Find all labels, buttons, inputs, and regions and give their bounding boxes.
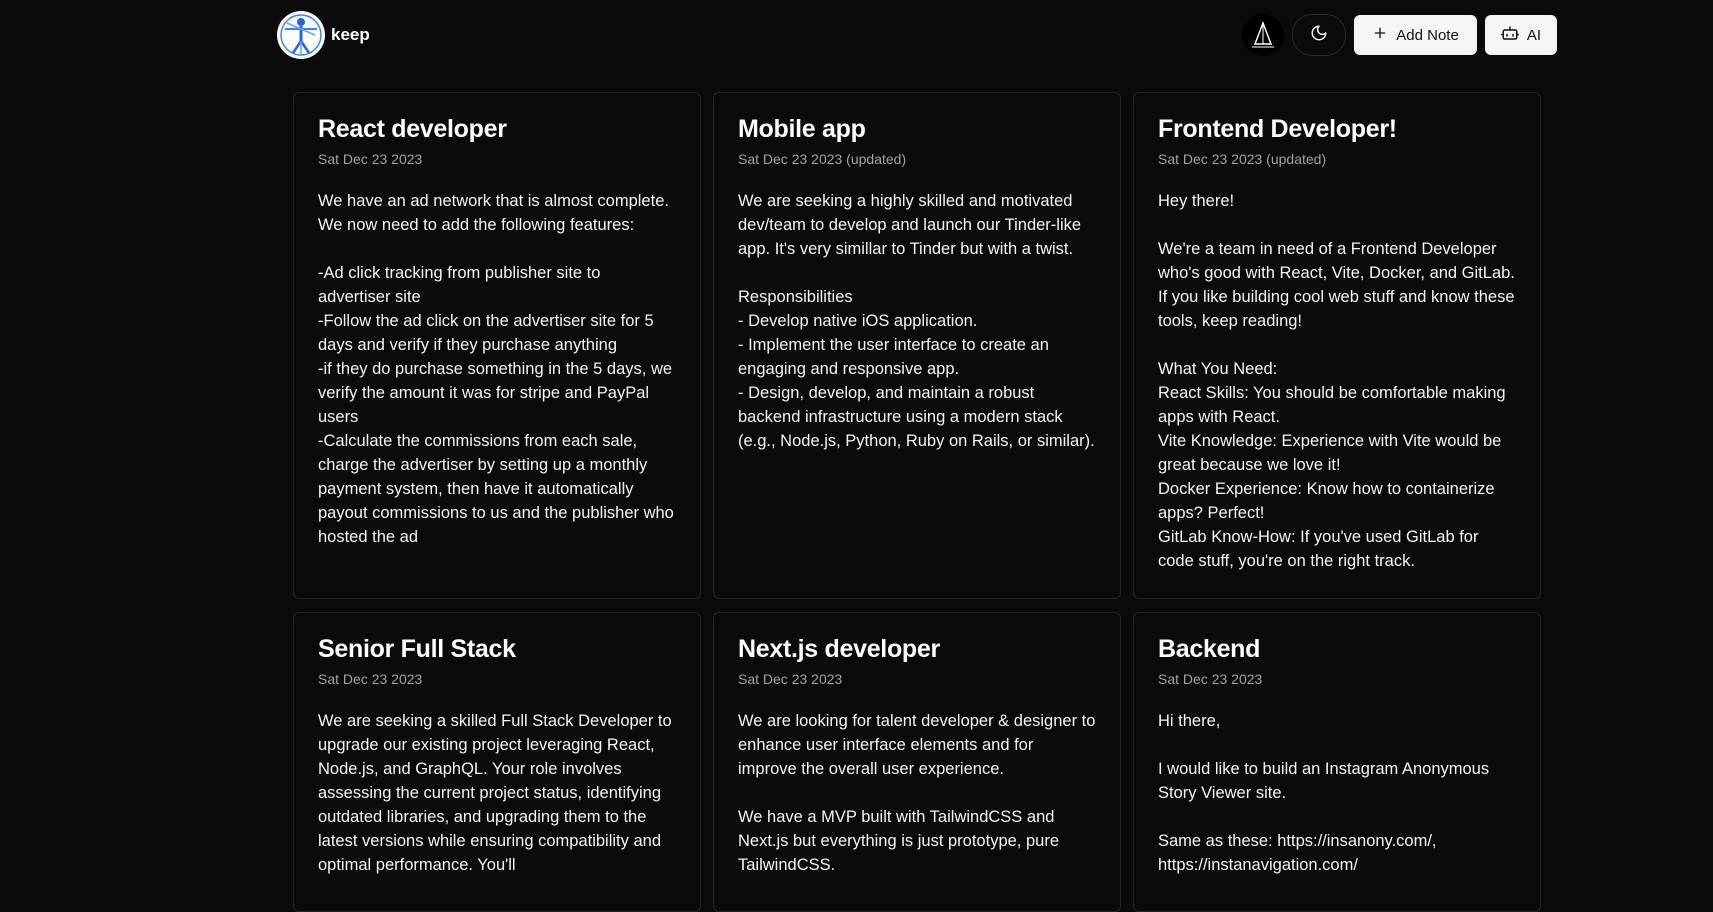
add-note-button[interactable]: Add Note	[1354, 15, 1477, 55]
moon-icon	[1310, 24, 1328, 47]
header-actions: Add Note AI	[1242, 14, 1557, 56]
note-card[interactable]: Senior Full Stack Sat Dec 23 2023 We are…	[293, 612, 701, 912]
top-bar: keep Add Note AI	[277, 10, 1557, 60]
user-avatar-icon[interactable]	[1242, 14, 1285, 56]
note-title: Frontend Developer!	[1158, 115, 1397, 143]
brand[interactable]: keep	[277, 11, 370, 59]
note-date: Sat Dec 23 2023	[738, 671, 843, 687]
note-title: Next.js developer	[738, 635, 940, 663]
bot-icon	[1500, 24, 1519, 46]
note-title: Mobile app	[738, 115, 866, 143]
note-body: We are seeking a skilled Full Stack Deve…	[318, 712, 677, 874]
theme-toggle-button[interactable]	[1292, 14, 1347, 56]
note-date: Sat Dec 23 2023 (updated)	[1158, 151, 1327, 167]
note-card[interactable]: React developer Sat Dec 23 2023 We have …	[293, 92, 701, 599]
brand-name: keep	[331, 25, 370, 44]
note-title: Backend	[1158, 635, 1261, 663]
note-date: Sat Dec 23 2023	[1158, 671, 1263, 687]
note-date: Sat Dec 23 2023 (updated)	[738, 151, 907, 167]
notes-grid: React developer Sat Dec 23 2023 We have …	[293, 92, 1541, 912]
note-body: Hey there! We're a team in need of a Fro…	[1158, 192, 1515, 570]
note-body: We are looking for talent developer & de…	[738, 712, 1096, 874]
note-title: Senior Full Stack	[318, 635, 516, 663]
note-title: React developer	[318, 115, 507, 143]
vitruvian-man-logo-icon[interactable]	[277, 11, 325, 59]
note-card[interactable]: Mobile app Sat Dec 23 2023 (updated) We …	[713, 92, 1121, 599]
note-card[interactable]: Frontend Developer! Sat Dec 23 2023 (upd…	[1133, 92, 1541, 599]
note-card[interactable]: Backend Sat Dec 23 2023 Hi there, I woul…	[1133, 612, 1541, 912]
add-note-label: Add Note	[1396, 26, 1459, 44]
note-date: Sat Dec 23 2023	[318, 151, 423, 167]
plus-icon	[1372, 25, 1388, 45]
ai-button[interactable]: AI	[1484, 15, 1557, 55]
note-card[interactable]: Next.js developer Sat Dec 23 2023 We are…	[713, 612, 1121, 912]
note-date: Sat Dec 23 2023	[318, 671, 423, 687]
note-body: We are seeking a highly skilled and moti…	[738, 192, 1095, 450]
note-body: Hi there, I would like to build an Insta…	[1158, 712, 1490, 874]
note-body: We have an ad network that is almost com…	[318, 192, 674, 546]
ai-label: AI	[1526, 26, 1541, 44]
